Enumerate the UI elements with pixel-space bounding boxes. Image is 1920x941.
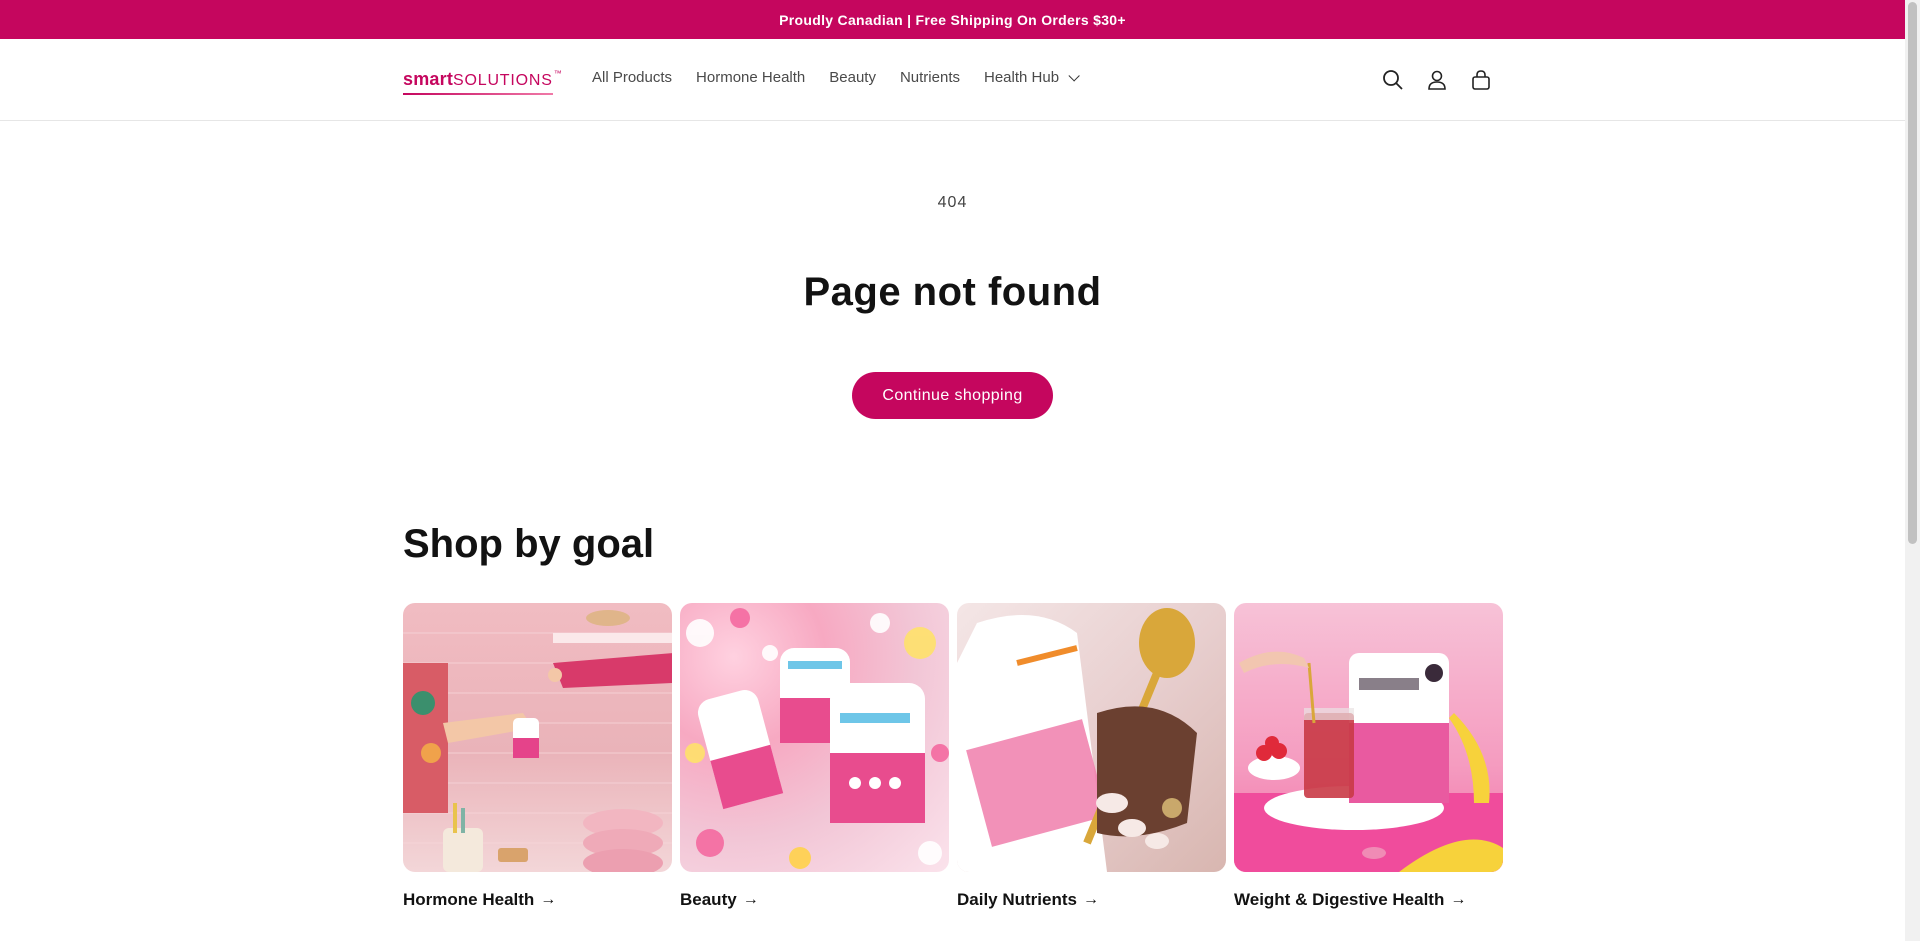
nav-hormone-health[interactable]: Hormone Health — [684, 68, 817, 88]
goal-cards: Hormone Health → Beauty → Daily Nutrient… — [403, 603, 1503, 910]
scrollbar-thumb[interactable] — [1908, 2, 1917, 544]
search-icon[interactable] — [1380, 67, 1406, 93]
page-title: Page not found — [803, 270, 1102, 314]
announcement-text: Proudly Canadian | Free Shipping On Orde… — [779, 11, 1126, 28]
continue-shopping-button[interactable]: Continue shopping — [852, 372, 1053, 419]
site-header: smart SOLUTIONS ™ All Products Hormone H… — [0, 39, 1905, 121]
chevron-down-icon — [1068, 70, 1080, 82]
goal-card-label: Weight & Digestive Health → — [1234, 890, 1503, 910]
goal-card-weight-digestive[interactable]: Weight & Digestive Health → — [1234, 603, 1503, 910]
logo-bold: smart — [403, 69, 454, 89]
brand-logo[interactable]: smart SOLUTIONS ™ — [403, 69, 562, 95]
nav-health-hub[interactable]: Health Hub — [972, 68, 1088, 88]
error-code: 404 — [937, 194, 968, 211]
goal-card-daily-nutrients[interactable]: Daily Nutrients → — [957, 603, 1226, 910]
goal-card-text: Beauty — [680, 890, 737, 909]
nav-label: All Products — [592, 69, 673, 86]
logo-tm: ™ — [553, 69, 562, 78]
weight-digestive-image — [1234, 603, 1503, 872]
goal-card-text: Weight & Digestive Health — [1234, 890, 1445, 909]
arrow-right-icon: → — [742, 891, 759, 908]
logo-light: SOLUTIONS — [453, 72, 553, 89]
beauty-image — [680, 603, 949, 872]
goal-card-text: Daily Nutrients — [957, 890, 1077, 909]
nav-label: Nutrients — [899, 69, 960, 86]
daily-nutrients-image — [957, 603, 1226, 872]
goal-card-label: Beauty → — [680, 890, 949, 910]
goal-card-label: Daily Nutrients → — [957, 890, 1226, 910]
account-icon[interactable] — [1424, 67, 1450, 93]
page-scrollbar[interactable] — [1905, 0, 1920, 941]
hormone-health-image — [403, 603, 672, 872]
announcement-bar: Proudly Canadian | Free Shipping On Orde… — [0, 0, 1905, 39]
arrow-right-icon: → — [1082, 891, 1099, 908]
nav-label: Hormone Health — [696, 69, 806, 86]
nav-all-products[interactable]: All Products — [580, 68, 684, 88]
nav-beauty[interactable]: Beauty — [817, 68, 888, 88]
nav-label: Health Hub — [984, 69, 1060, 86]
goal-card-beauty[interactable]: Beauty → — [680, 603, 949, 910]
nav-label: Beauty — [829, 69, 876, 86]
goal-card-hormone-health[interactable]: Hormone Health → — [403, 603, 672, 910]
logo-underline — [403, 93, 553, 95]
header-actions — [1380, 67, 1494, 93]
arrow-right-icon: → — [540, 891, 557, 908]
nav-nutrients[interactable]: Nutrients — [888, 68, 972, 88]
shop-by-goal-title: Shop by goal — [403, 522, 655, 566]
goal-card-text: Hormone Health — [403, 890, 535, 909]
main-nav: All Products Hormone Health Beauty Nutri… — [580, 68, 1088, 88]
goal-card-label: Hormone Health → — [403, 890, 672, 910]
cart-icon[interactable] — [1468, 67, 1494, 93]
arrow-right-icon: → — [1450, 891, 1467, 908]
